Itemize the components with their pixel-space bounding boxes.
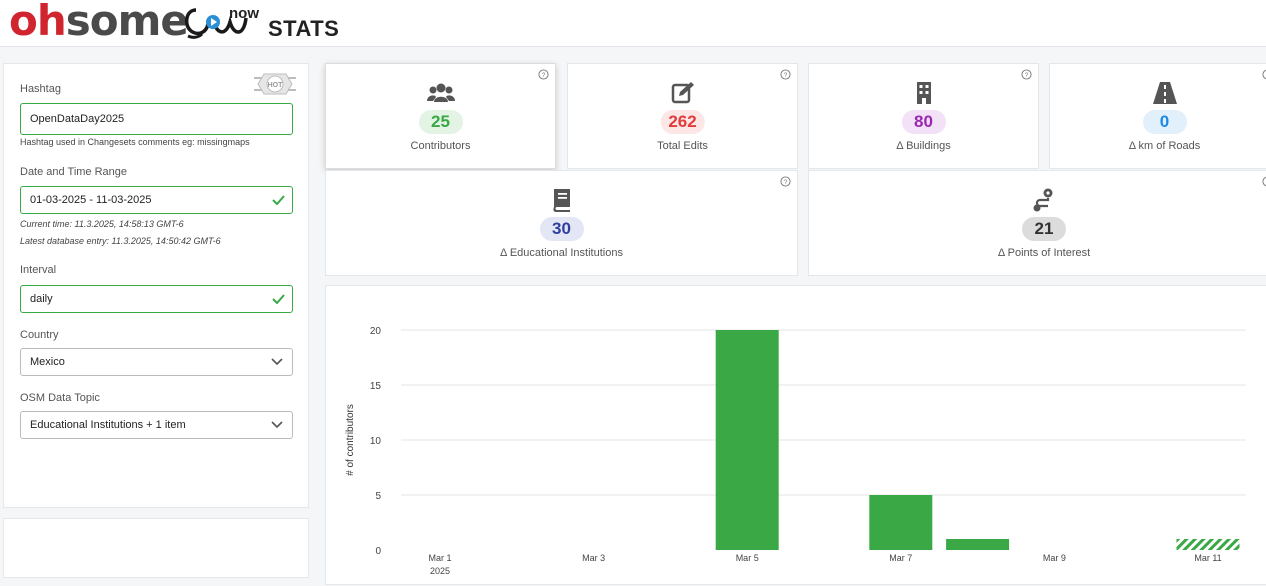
roads-label: Δ km of Roads	[1050, 140, 1266, 152]
topic-label: OSM Data Topic	[20, 392, 100, 404]
road-icon	[1151, 80, 1179, 106]
contributors-label: Contributors	[326, 140, 555, 152]
hashtag-value: OpenDataDay2025	[30, 113, 124, 125]
x-tick-label: Mar 5	[736, 553, 759, 563]
ohsome-logo[interactable]: ohsome	[9, 0, 188, 45]
education-value: 30	[540, 217, 584, 241]
stat-card-contributors[interactable]: ? 25 Contributors	[325, 63, 556, 169]
edit-icon	[669, 80, 697, 106]
users-icon	[427, 80, 455, 106]
svg-text:?: ?	[784, 179, 788, 186]
edits-value: 262	[660, 110, 704, 134]
x-tick-label: Mar 11	[1194, 553, 1221, 563]
help-icon[interactable]: ?	[1262, 176, 1266, 187]
stat-card-education[interactable]: ? 30 Δ Educational Institutions	[325, 170, 798, 276]
check-icon	[272, 195, 285, 205]
y-tick-label: 10	[370, 436, 382, 447]
x-tick-label: Mar 7	[889, 553, 912, 563]
country-value: Mexico	[30, 356, 65, 368]
hot-logo: HOT	[254, 70, 296, 98]
help-icon[interactable]: ?	[538, 69, 549, 80]
hashtag-input[interactable]: OpenDataDay2025	[20, 103, 293, 135]
chevron-down-icon	[271, 358, 283, 366]
chevron-down-icon	[271, 421, 283, 429]
poi-value: 21	[1022, 217, 1066, 241]
hashtag-label: Hashtag	[20, 83, 61, 95]
stat-card-edits[interactable]: ? 262 Total Edits	[567, 63, 798, 169]
y-tick-label: 15	[370, 381, 382, 392]
route-icon	[1030, 187, 1058, 213]
chart-bar	[1177, 539, 1240, 550]
chart-bar	[869, 495, 932, 550]
hashtag-hint: Hashtag used in Changesets comments eg: …	[20, 137, 250, 147]
building-icon	[910, 80, 938, 106]
stat-card-roads[interactable]: ? 0 Δ km of Roads	[1049, 63, 1266, 169]
svg-text:?: ?	[542, 72, 546, 79]
now-logo: now	[182, 4, 262, 42]
y-axis-label: # of contributors	[345, 404, 356, 476]
x-tick-label: Mar 9	[1043, 553, 1066, 563]
stat-card-buildings[interactable]: ? 80 Δ Buildings	[808, 63, 1039, 169]
latest-entry-text: Latest database entry: 11.3.2025, 14:50:…	[20, 236, 221, 246]
help-icon[interactable]: ?	[780, 69, 791, 80]
buildings-value: 80	[902, 110, 946, 134]
contributors-chart: 0 5 10 15 20 # of contributors Mar 1 Mar 3 Mar 5…	[326, 286, 1266, 586]
stats-title: STATS	[268, 16, 339, 42]
buildings-label: Δ Buildings	[809, 140, 1038, 152]
help-icon[interactable]: ?	[1021, 69, 1032, 80]
x-tick-label: Mar 3	[582, 553, 605, 563]
topic-value: Educational Institutions + 1 item	[30, 419, 186, 431]
hot-logo-text: HOT	[268, 82, 284, 89]
filter-sidebar: HOT Hashtag OpenDataDay2025 Hashtag used…	[3, 63, 309, 508]
contributors-value: 25	[419, 110, 463, 134]
y-tick-label: 5	[375, 491, 381, 502]
chart-bar	[946, 539, 1009, 550]
edits-label: Total Edits	[568, 140, 797, 152]
secondary-panel	[3, 518, 309, 578]
country-select[interactable]: Mexico	[20, 348, 293, 376]
book-icon	[548, 187, 576, 213]
education-label: Δ Educational Institutions	[326, 247, 797, 259]
help-icon[interactable]: ?	[780, 176, 791, 187]
interval-label: Interval	[20, 264, 56, 276]
svg-text:?: ?	[784, 72, 788, 79]
x-tick-label: Mar 1	[428, 553, 451, 563]
help-icon[interactable]: ?	[1262, 69, 1266, 80]
topic-select[interactable]: Educational Institutions + 1 item	[20, 411, 293, 439]
poi-label: Δ Points of Interest	[809, 247, 1266, 259]
date-range-value: 01-03-2025 - 11-03-2025	[30, 194, 152, 206]
interval-value: daily	[30, 293, 53, 305]
x-tick-year: 2025	[430, 566, 450, 576]
date-range-input[interactable]: 01-03-2025 - 11-03-2025	[20, 186, 293, 214]
now-label: now	[229, 5, 259, 22]
y-tick-label: 20	[370, 326, 382, 337]
svg-text:?: ?	[1025, 72, 1029, 79]
current-time-text: Current time: 11.3.2025, 14:58:13 GMT-6	[20, 219, 184, 229]
date-range-label: Date and Time Range	[20, 166, 127, 178]
y-tick-label: 0	[375, 546, 381, 557]
stat-card-poi[interactable]: ? 21 Δ Points of Interest	[808, 170, 1266, 276]
interval-select[interactable]: daily	[20, 285, 293, 313]
country-label: Country	[20, 329, 59, 341]
chart-bar	[716, 330, 779, 550]
contributors-chart-panel: 0 5 10 15 20 # of contributors Mar 1 Mar 3 Mar 5…	[325, 285, 1266, 585]
check-icon	[272, 294, 285, 304]
app-header: ohsome now STATS	[0, 0, 1266, 47]
roads-value: 0	[1143, 110, 1187, 134]
